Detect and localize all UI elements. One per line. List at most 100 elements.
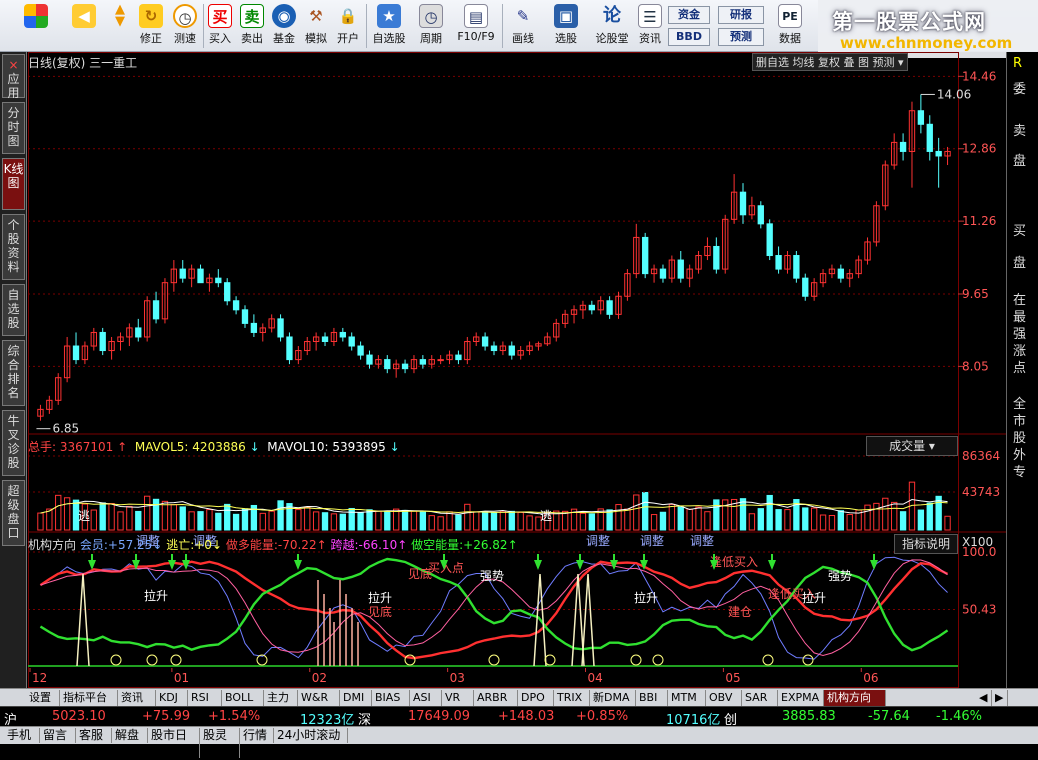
- lock-icon: 🔒: [338, 7, 358, 25]
- scroll-right-icon[interactable]: ▶: [992, 690, 1008, 706]
- indicator-tab[interactable]: ARBR: [474, 690, 518, 706]
- indicator-tab[interactable]: 设置: [26, 690, 60, 706]
- status-link[interactable]: 股灵通: [200, 728, 240, 758]
- cy-change: -57.64: [868, 709, 910, 724]
- volume-bar: [704, 511, 711, 531]
- indicator-tab[interactable]: W&R: [298, 690, 340, 706]
- research-button[interactable]: 研报: [718, 6, 764, 24]
- buy-button[interactable]: 买 买入: [205, 2, 235, 50]
- draw-line-button[interactable]: ✎ 画线: [504, 2, 542, 50]
- indicator-tab[interactable]: BBI: [636, 690, 668, 706]
- indicator-tab[interactable]: 资讯: [118, 690, 156, 706]
- chart-area[interactable]: 14.46 12.86 11.26 9.65 8.05 14.06 6.85 86364 437…: [28, 52, 1038, 688]
- overlay-button[interactable]: 叠: [844, 56, 855, 69]
- open-account-button[interactable]: 🔒 开户: [333, 2, 363, 50]
- remove-watch-button[interactable]: 删自选: [756, 56, 789, 69]
- indicator-tab[interactable]: ASI: [410, 690, 442, 706]
- fix-button[interactable]: ↻ 修正: [134, 2, 168, 50]
- ma-button[interactable]: 均线: [793, 56, 815, 69]
- page-updown-button[interactable]: ▲ ▼: [106, 2, 134, 50]
- indicator-tab[interactable]: 新DMA: [590, 690, 636, 706]
- sell-button[interactable]: 卖 卖出: [237, 2, 267, 50]
- forecast-button[interactable]: 预测: [718, 28, 764, 46]
- status-link[interactable]: 行情: [240, 728, 274, 743]
- candle-body: [899, 141, 907, 152]
- volume-bar: [401, 509, 409, 531]
- price-tick-label: 9.65: [962, 287, 989, 301]
- volume-dropdown[interactable]: 成交量 ▾: [866, 436, 958, 456]
- volume-bar: [99, 502, 106, 531]
- indicator-tab[interactable]: MTM: [668, 690, 706, 706]
- tab-diagnosis[interactable]: 牛叉诊股: [2, 410, 25, 476]
- speed-test-button[interactable]: ◷ 测速: [168, 2, 202, 50]
- f10-button[interactable]: ▤ F10/F9: [452, 2, 500, 50]
- predict-button[interactable]: 预测: [873, 56, 895, 69]
- volume-bar: [677, 506, 684, 531]
- fund-button[interactable]: ◉ 基金: [269, 2, 299, 50]
- volume-bar: [713, 499, 720, 531]
- indicator-tab[interactable]: TRIX: [554, 690, 590, 706]
- high-label: 14.06: [937, 87, 971, 101]
- tab-intraday[interactable]: 分时图: [2, 102, 25, 154]
- tab-apps[interactable]: × 应用: [2, 54, 25, 100]
- side-label: 委: [1013, 82, 1027, 97]
- bbd-button[interactable]: BBD: [668, 28, 710, 46]
- tab-stock-info[interactable]: 个股资料: [2, 214, 25, 280]
- indicator-tab[interactable]: 主力: [264, 690, 298, 706]
- tab-ranking[interactable]: 综合排名: [2, 340, 25, 406]
- status-link[interactable]: 手机: [4, 728, 40, 743]
- indicator-tab[interactable]: VR: [442, 690, 474, 706]
- green-arrow-icon: [610, 560, 618, 570]
- indicator-tab[interactable]: OBV: [706, 690, 742, 706]
- status-link[interactable]: 留言: [40, 728, 76, 743]
- indicator-tab[interactable]: RSI: [188, 690, 222, 706]
- volume-bar: [179, 506, 186, 531]
- capital-button[interactable]: 资金: [668, 6, 710, 24]
- period-icon: ◷: [419, 4, 443, 28]
- stock-screen-button[interactable]: ▣ 选股: [546, 2, 586, 50]
- scroll-left-icon[interactable]: ◀: [976, 690, 992, 706]
- data-button[interactable]: PE 数据: [770, 2, 810, 50]
- candle-body: [757, 205, 764, 225]
- status-link[interactable]: 24小时滚动: [274, 728, 348, 743]
- candle-body: [437, 359, 444, 362]
- indicator-tab[interactable]: DMI: [340, 690, 372, 706]
- grid-menu-button[interactable]: [14, 2, 58, 50]
- watchlist-button[interactable]: ★ 自选股: [368, 2, 410, 50]
- indicator-tab[interactable]: BIAS: [372, 690, 410, 706]
- volume-bar: [650, 514, 658, 531]
- volume-bar: [748, 513, 756, 531]
- indicator-tab[interactable]: 指标平台: [60, 690, 118, 706]
- indicator-tab[interactable]: KDJ: [156, 690, 188, 706]
- indicator-tab[interactable]: EXPMA: [778, 690, 824, 706]
- status-link[interactable]: 解盘: [112, 728, 148, 743]
- indicator-tab[interactable]: 机构方向: [824, 690, 886, 706]
- indicator-help-button[interactable]: 指标说明: [894, 534, 958, 554]
- simulate-button[interactable]: ⚒ 模拟: [301, 2, 331, 50]
- updown-icon: ▲ ▼: [115, 2, 125, 29]
- chart-top-buttons: 删自选 均线 复权 叠 图 预测 ▾: [752, 53, 908, 71]
- indicator-tab[interactable]: SAR: [742, 690, 778, 706]
- tab-watchlist[interactable]: 自选股: [2, 284, 25, 336]
- volume-bar: [366, 509, 373, 531]
- back-button[interactable]: ◀: [64, 2, 104, 50]
- indicator-tab[interactable]: BOLL: [222, 690, 264, 706]
- signal-label: 强势: [480, 569, 504, 583]
- news-button[interactable]: ☰ 资讯: [636, 2, 664, 50]
- volume-bar: [393, 508, 400, 531]
- tab-super-quote[interactable]: 超级盘口: [2, 480, 25, 546]
- forum-button[interactable]: 论 论股堂: [590, 2, 634, 50]
- volume-bar: [37, 512, 44, 531]
- status-link[interactable]: 客服: [76, 728, 112, 743]
- candle-body: [348, 336, 355, 347]
- tab-kline[interactable]: K线图: [2, 158, 25, 210]
- volume-bar: [46, 508, 53, 531]
- signal-circle: [652, 654, 664, 666]
- indicator-tab[interactable]: DPO: [518, 690, 554, 706]
- status-link[interactable]: 股市日记: [148, 728, 200, 758]
- chart-button[interactable]: 图: [858, 56, 869, 69]
- kline-chart-svg[interactable]: 14.46 12.86 11.26 9.65 8.05 14.06 6.85 86364 437…: [28, 52, 1006, 688]
- dropdown-icon[interactable]: ▾: [898, 56, 904, 69]
- period-button[interactable]: ◷ 周期: [412, 2, 450, 50]
- adjust-button[interactable]: 复权: [818, 56, 840, 69]
